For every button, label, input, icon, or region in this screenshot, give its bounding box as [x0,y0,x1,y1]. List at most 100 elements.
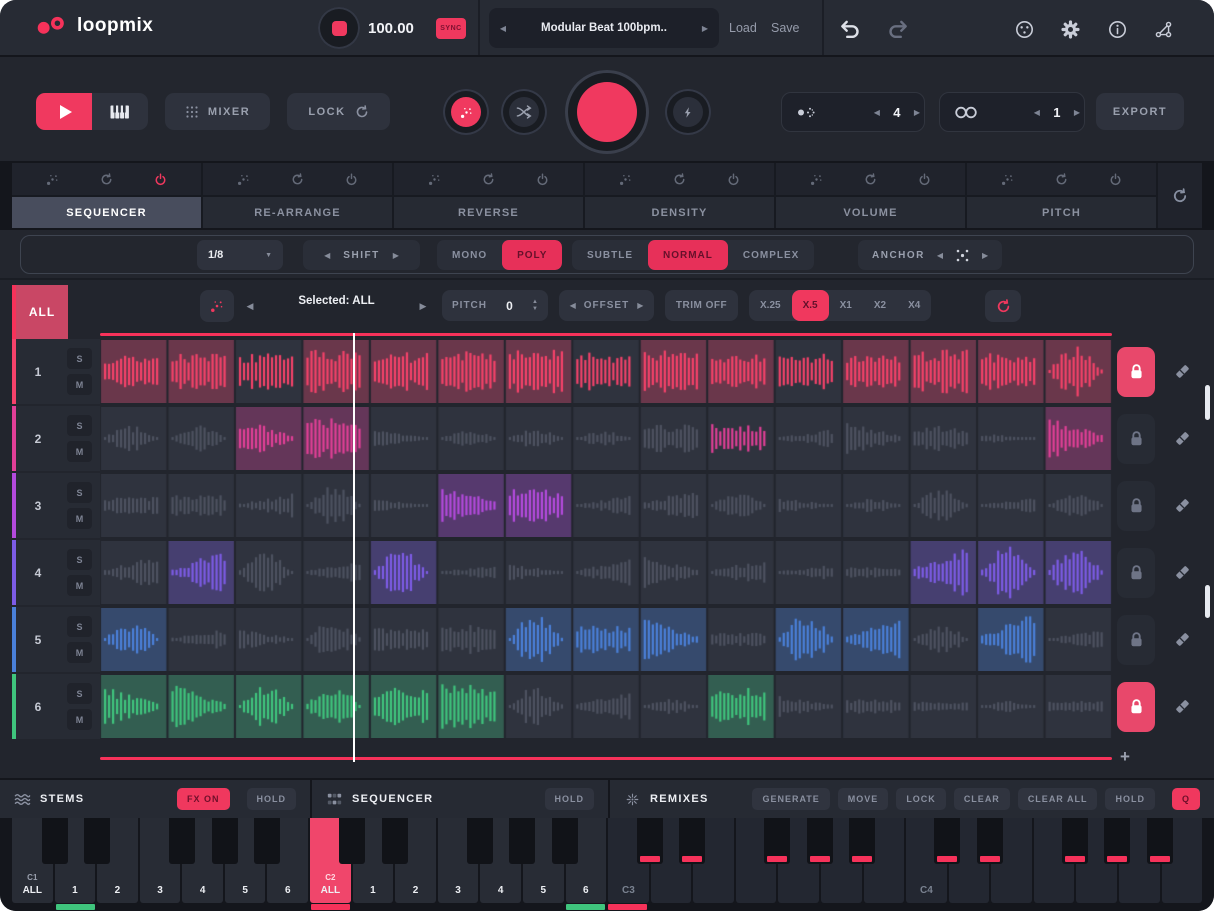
tab-randomize-icon[interactable] [1001,173,1014,186]
tab-density[interactable]: DENSITY [585,197,774,228]
load-button[interactable]: Load [729,21,757,35]
track-lock-button[interactable] [1117,347,1155,397]
black-key[interactable] [382,818,408,864]
solo-button[interactable]: S [67,415,92,436]
track-waveform-grid[interactable] [100,675,1112,738]
complexity-option-complex[interactable]: COMPLEX [728,240,814,270]
flash-button[interactable] [665,89,711,135]
speed-option-x-5[interactable]: X.5 [792,290,829,321]
scrollbar-thumb[interactable] [1205,585,1210,618]
tab-power-icon[interactable] [536,173,549,186]
keyboard-view-button[interactable] [92,93,148,130]
remixes-lock-button[interactable]: LOCK [896,788,946,810]
midi-patch-icon[interactable] [1154,20,1173,39]
randomizer-ball-icon[interactable] [1015,20,1034,39]
speed-option-x1[interactable]: X1 [829,290,863,321]
remixes-quantize-button[interactable]: Q [1172,788,1200,810]
tab-cycle-icon[interactable] [673,173,686,186]
track-lock-button[interactable] [1117,548,1155,598]
tab-pitch[interactable]: PITCH [967,197,1156,228]
tab-cycle-icon[interactable] [864,173,877,186]
mute-button[interactable]: M [67,441,92,462]
track-waveform-grid[interactable] [100,340,1112,403]
pitch-value[interactable]: 0 [506,299,513,313]
anchor-next-button[interactable]: ▶ [982,251,988,260]
trim-toggle-button[interactable]: TRIM OFF [665,290,738,321]
remixes-clear-all-button[interactable]: CLEAR ALL [1018,788,1098,810]
mode-option-mono[interactable]: MONO [437,240,502,270]
track-waveform-grid[interactable] [100,608,1112,671]
black-key[interactable] [849,818,875,864]
rotate-button[interactable] [985,290,1021,322]
track-erase-button[interactable] [1160,540,1204,605]
tab-power-icon[interactable] [345,173,358,186]
complexity-option-subtle[interactable]: SUBTLE [572,240,648,270]
stop-button[interactable] [318,7,360,49]
mute-button[interactable]: M [67,508,92,529]
select-all-button[interactable]: ALL [12,285,68,339]
solo-button[interactable]: S [67,549,92,570]
black-key[interactable] [339,818,365,864]
complexity-option-normal[interactable]: NORMAL [648,240,728,270]
selected-prev-button[interactable]: ◀ [241,295,259,317]
tab-power-icon[interactable] [1109,173,1122,186]
solo-button[interactable]: S [67,348,92,369]
track-waveform-grid[interactable] [100,407,1112,470]
tab-power-icon[interactable] [918,173,931,186]
track-erase-button[interactable] [1160,674,1204,739]
scrollbar-thumb[interactable] [1205,385,1210,420]
black-key[interactable] [212,818,238,864]
black-key[interactable] [84,818,110,864]
tab-randomize-icon[interactable] [237,173,250,186]
settings-gear-icon[interactable] [1061,20,1080,39]
lock-button[interactable]: LOCK [287,93,390,130]
export-button[interactable]: EXPORT [1096,93,1184,130]
cycles-next-button[interactable]: ▶ [1070,104,1084,121]
shift-right-button[interactable]: ▶ [393,251,399,260]
playhead[interactable] [353,333,355,762]
save-button[interactable]: Save [771,21,800,35]
offset-right-button[interactable]: ▶ [637,301,643,310]
remixes-clear-button[interactable]: CLEAR [954,788,1010,810]
selection-randomize-button[interactable] [200,290,234,322]
pitch-down-icon[interactable]: ▼ [532,306,538,312]
preset-name[interactable]: Modular Beat 100bpm.. [517,22,691,34]
shift-left-button[interactable]: ◀ [324,251,330,260]
cycles-prev-button[interactable]: ◀ [1030,104,1044,121]
tab-randomize-icon[interactable] [619,173,632,186]
black-key[interactable] [977,818,1003,864]
tab-randomize-icon[interactable] [46,173,59,186]
black-key[interactable] [42,818,68,864]
undo-button[interactable] [839,19,861,38]
black-key[interactable] [679,818,705,864]
main-trigger-button[interactable] [565,70,649,154]
sequencer-hold-button[interactable]: HOLD [545,788,595,810]
mixer-button[interactable]: MIXER [165,93,270,130]
selected-next-button[interactable]: ▶ [414,295,432,317]
solo-button[interactable]: S [67,683,92,704]
loop-range-line[interactable] [100,757,1112,760]
mute-button[interactable]: M [67,575,92,596]
tab-randomize-icon[interactable] [810,173,823,186]
black-key[interactable] [637,818,663,864]
remixes-move-button[interactable]: MOVE [838,788,889,810]
tab-cycle-icon[interactable] [482,173,495,186]
preset-next-button[interactable]: ▶ [691,24,719,33]
black-key[interactable] [807,818,833,864]
black-key[interactable] [552,818,578,864]
tabs-refresh-button[interactable] [1158,163,1202,228]
black-key[interactable] [467,818,493,864]
track-waveform-grid[interactable] [100,541,1112,604]
track-erase-button[interactable] [1160,406,1204,471]
black-key[interactable] [1147,818,1173,864]
track-erase-button[interactable] [1160,339,1204,404]
black-key[interactable] [169,818,195,864]
black-key[interactable] [934,818,960,864]
tab-cycle-icon[interactable] [100,173,113,186]
tab-randomize-icon[interactable] [428,173,441,186]
track-erase-button[interactable] [1160,473,1204,538]
play-button[interactable] [36,93,92,130]
bpm-display[interactable]: 100.00 [368,20,414,37]
tab-reverse[interactable]: REVERSE [394,197,583,228]
divisions-prev-button[interactable]: ◀ [870,104,884,121]
